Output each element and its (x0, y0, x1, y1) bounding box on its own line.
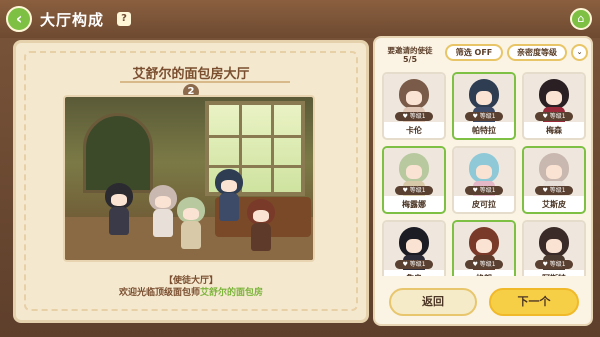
chibi-character (245, 199, 277, 255)
character-card[interactable]: ♥ 等级1 阿斯特 (522, 220, 586, 276)
portrait-face (546, 91, 562, 105)
character-card[interactable]: ♥ 等级1 梅森 (522, 72, 586, 140)
level-badge: ♥ 等级1 (465, 260, 503, 269)
portrait-face (406, 165, 422, 179)
chibi-character (103, 183, 135, 239)
home-icon: ⌂ (577, 12, 585, 25)
next-button[interactable]: 下一个 (489, 288, 579, 316)
character-card[interactable]: ♥ 等级1 卡伦 (382, 72, 446, 140)
character-card[interactable]: ♥ 等级1 艾斯皮 (522, 146, 586, 214)
hall-name: 艾舒尔的面包房大厅 (132, 67, 250, 82)
chevron-left-icon: ‹ (15, 9, 23, 28)
portrait-face (546, 165, 562, 179)
character-name: 帕特拉 (472, 126, 496, 135)
character-name: 卡伦 (406, 126, 422, 135)
caption-highlight: 艾舒尔的面包房 (200, 288, 264, 298)
level-badge: ♥ 等级1 (395, 260, 433, 269)
hall-welcome-caption: 欢迎光临顶级面包师艾舒尔的面包房 (13, 285, 369, 298)
character-card[interactable]: ♥ 等级1 梅露娜 (382, 146, 446, 214)
hall-scene-image (63, 95, 315, 262)
character-name: 詹奥 (384, 273, 444, 276)
chibi-character (175, 197, 207, 253)
page-title: 大厅构成 (40, 11, 105, 29)
invite-count: 5/5 (402, 55, 418, 64)
character-card[interactable]: ♥ 等级1 帕特拉 (452, 72, 516, 140)
character-card[interactable]: ♥ 等级1 皮可拉 (452, 146, 516, 214)
info-icon[interactable]: ? (117, 12, 131, 26)
level-badge: ♥ 等级1 (535, 112, 573, 121)
character-name: 阿斯特 (524, 273, 584, 276)
back-arrow-button[interactable]: ‹ (6, 6, 32, 32)
level-badge: ♥ 等级1 (535, 260, 573, 269)
character-name: 格朗 (454, 273, 514, 276)
filter-button[interactable]: 筛选 OFF (445, 44, 503, 61)
sort-dropdown[interactable]: 亲密度等级 (507, 44, 567, 61)
level-badge: ♥ 等级1 (465, 186, 503, 195)
level-badge: ♥ 等级1 (395, 186, 433, 195)
double-chevron-down-icon[interactable]: ⌄ (571, 44, 588, 61)
home-button[interactable]: ⌂ (570, 8, 592, 30)
portrait-face (476, 165, 492, 179)
character-name: 艾斯皮 (542, 200, 566, 209)
character-name: 皮可拉 (472, 200, 496, 209)
character-card[interactable]: ♥ 等级1 格朗 (452, 220, 516, 276)
chibi-character (213, 169, 245, 225)
character-grid: ♥ 等级1 卡伦 ♥ 等级1 帕特拉 ♥ 等级1 梅森 ♥ 等级1 梅露娜 ♥ 等级1 皮可拉 ♥ … (382, 72, 588, 276)
caption-prefix: 欢迎光临顶级面包师 (118, 288, 200, 298)
title-divider (120, 81, 290, 83)
character-name: 梅森 (546, 126, 562, 135)
character-name: 梅露娜 (402, 200, 426, 209)
level-badge: ♥ 等级1 (395, 112, 433, 121)
back-button[interactable]: 返回 (389, 288, 477, 316)
portrait-face (406, 239, 422, 253)
character-card[interactable]: ♥ 等级1 詹奥 (382, 220, 446, 276)
top-bar: ‹ 大厅构成 ? ⌂ (0, 0, 600, 38)
level-badge: ♥ 等级1 (465, 112, 503, 121)
portrait-face (406, 91, 422, 105)
portrait-face (476, 239, 492, 253)
level-badge: ♥ 等级1 (535, 186, 573, 195)
portrait-face (546, 239, 562, 253)
hall-composition-screen: ‹ 大厅构成 ? ⌂ 艾舒尔的面包房大厅 2 【使徒大厅】 欢迎光临顶级面包师艾… (0, 0, 600, 337)
character-select-panel: 要邀请的使徒 5/5 筛选 OFF 亲密度等级 ⌄ ♥ 等级1 卡伦 ♥ 等级1 帕特… (373, 36, 593, 326)
portrait-face (476, 91, 492, 105)
doorway (83, 113, 153, 193)
